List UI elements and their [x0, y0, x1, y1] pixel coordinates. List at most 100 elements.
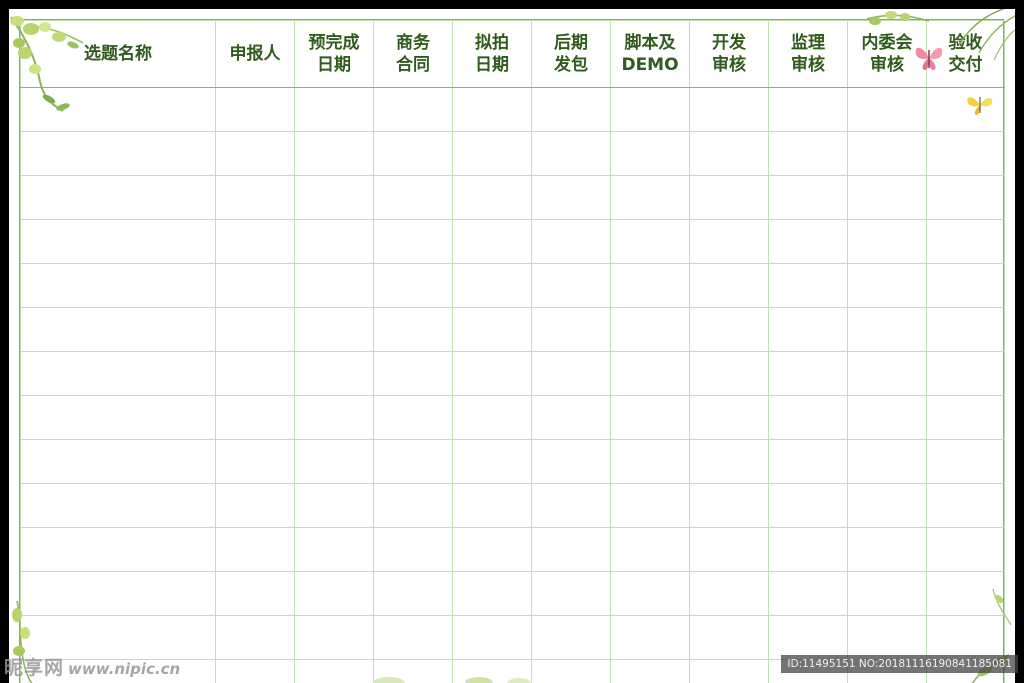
table-cell[interactable]: [452, 395, 532, 440]
table-cell[interactable]: [610, 351, 690, 396]
table-cell[interactable]: [215, 87, 295, 132]
table-cell[interactable]: [294, 307, 374, 352]
table-cell[interactable]: [531, 351, 611, 396]
table-cell[interactable]: [215, 483, 295, 528]
table-cell[interactable]: [847, 439, 927, 484]
table-cell[interactable]: [373, 131, 453, 176]
table-cell[interactable]: [847, 307, 927, 352]
table-cell[interactable]: [215, 307, 295, 352]
table-cell[interactable]: [373, 527, 453, 572]
table-cell[interactable]: [294, 87, 374, 132]
table-cell[interactable]: [768, 219, 848, 264]
table-cell[interactable]: [373, 483, 453, 528]
table-cell[interactable]: [215, 351, 295, 396]
table-cell[interactable]: [20, 307, 216, 352]
table-cell[interactable]: [610, 527, 690, 572]
table-cell[interactable]: [452, 571, 532, 616]
table-cell[interactable]: [215, 615, 295, 660]
table-cell[interactable]: [531, 219, 611, 264]
table-cell[interactable]: [373, 615, 453, 660]
table-cell[interactable]: [294, 175, 374, 220]
table-cell[interactable]: [689, 307, 769, 352]
table-cell[interactable]: [294, 351, 374, 396]
table-cell[interactable]: [768, 615, 848, 660]
table-cell[interactable]: [926, 615, 1005, 660]
table-cell[interactable]: [847, 263, 927, 308]
table-cell[interactable]: [20, 175, 216, 220]
table-cell[interactable]: [531, 395, 611, 440]
table-cell[interactable]: [373, 395, 453, 440]
table-cell[interactable]: [689, 527, 769, 572]
table-cell[interactable]: [373, 87, 453, 132]
table-cell[interactable]: [294, 219, 374, 264]
table-cell[interactable]: [768, 263, 848, 308]
table-cell[interactable]: [768, 175, 848, 220]
table-cell[interactable]: [610, 483, 690, 528]
table-cell[interactable]: [926, 87, 1005, 132]
table-cell[interactable]: [452, 659, 532, 683]
table-cell[interactable]: [452, 527, 532, 572]
table-cell[interactable]: [531, 483, 611, 528]
table-cell[interactable]: [452, 307, 532, 352]
table-cell[interactable]: [215, 219, 295, 264]
table-cell[interactable]: [215, 439, 295, 484]
table-cell[interactable]: [610, 131, 690, 176]
table-cell[interactable]: [926, 263, 1005, 308]
table-cell[interactable]: [452, 615, 532, 660]
table-cell[interactable]: [768, 395, 848, 440]
table-cell[interactable]: [926, 307, 1005, 352]
table-cell[interactable]: [294, 395, 374, 440]
table-cell[interactable]: [294, 615, 374, 660]
table-cell[interactable]: [215, 263, 295, 308]
table-cell[interactable]: [610, 659, 690, 683]
table-cell[interactable]: [768, 307, 848, 352]
table-cell[interactable]: [373, 439, 453, 484]
table-cell[interactable]: [20, 395, 216, 440]
table-cell[interactable]: [20, 219, 216, 264]
table-cell[interactable]: [20, 571, 216, 616]
table-cell[interactable]: [452, 263, 532, 308]
table-cell[interactable]: [926, 527, 1005, 572]
table-cell[interactable]: [610, 175, 690, 220]
table-cell[interactable]: [373, 263, 453, 308]
table-cell[interactable]: [847, 483, 927, 528]
table-cell[interactable]: [610, 87, 690, 132]
table-cell[interactable]: [294, 571, 374, 616]
table-cell[interactable]: [531, 263, 611, 308]
table-cell[interactable]: [215, 131, 295, 176]
table-cell[interactable]: [452, 483, 532, 528]
table-cell[interactable]: [847, 571, 927, 616]
table-cell[interactable]: [926, 131, 1005, 176]
table-cell[interactable]: [20, 483, 216, 528]
table-cell[interactable]: [20, 87, 216, 132]
table-cell[interactable]: [610, 263, 690, 308]
table-cell[interactable]: [847, 131, 927, 176]
table-cell[interactable]: [215, 175, 295, 220]
table-cell[interactable]: [689, 219, 769, 264]
table-cell[interactable]: [452, 351, 532, 396]
table-cell[interactable]: [847, 351, 927, 396]
table-cell[interactable]: [689, 263, 769, 308]
table-cell[interactable]: [215, 659, 295, 683]
table-cell[interactable]: [531, 527, 611, 572]
table-cell[interactable]: [452, 131, 532, 176]
table-cell[interactable]: [531, 439, 611, 484]
table-cell[interactable]: [689, 483, 769, 528]
table-cell[interactable]: [689, 571, 769, 616]
table-cell[interactable]: [689, 131, 769, 176]
table-cell[interactable]: [689, 615, 769, 660]
table-cell[interactable]: [20, 263, 216, 308]
table-cell[interactable]: [847, 219, 927, 264]
table-cell[interactable]: [689, 351, 769, 396]
table-cell[interactable]: [373, 175, 453, 220]
table-cell[interactable]: [847, 615, 927, 660]
table-cell[interactable]: [294, 483, 374, 528]
table-cell[interactable]: [531, 307, 611, 352]
table-cell[interactable]: [531, 131, 611, 176]
table-cell[interactable]: [847, 87, 927, 132]
table-cell[interactable]: [20, 131, 216, 176]
table-cell[interactable]: [847, 395, 927, 440]
table-cell[interactable]: [531, 571, 611, 616]
table-cell[interactable]: [215, 527, 295, 572]
table-cell[interactable]: [768, 351, 848, 396]
